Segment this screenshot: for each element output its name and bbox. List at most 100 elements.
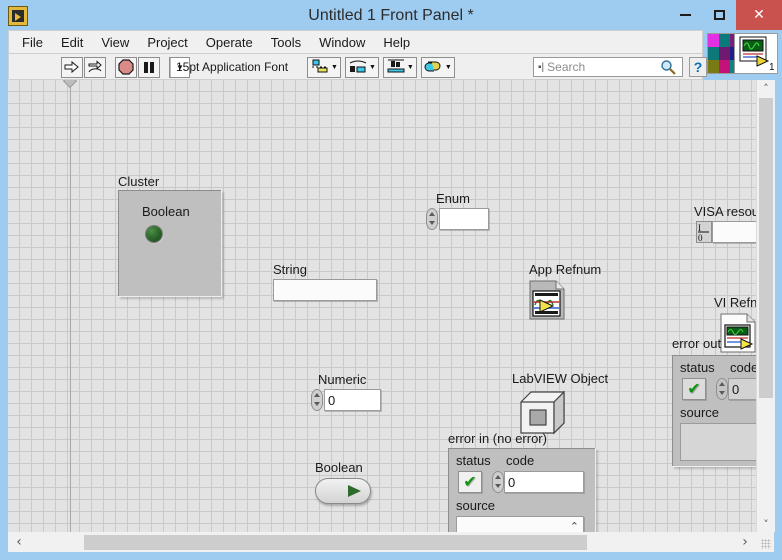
app-refnum-label: App Refnum	[529, 262, 602, 277]
scroll-right-button[interactable]: ›	[734, 532, 756, 552]
error-out-code-value-box: 0	[728, 378, 756, 400]
scroll-up-button[interactable]: ˄	[757, 80, 775, 96]
pause-button[interactable]	[138, 56, 160, 78]
menu-item-operate[interactable]: Operate	[197, 33, 262, 52]
distribute-objects-button[interactable]: ▼	[344, 56, 379, 78]
vertical-scrollbar[interactable]: ˄ ˅	[756, 80, 775, 532]
distribute-objects-icon	[349, 60, 367, 73]
error-in-code-value: 0	[508, 474, 516, 490]
svg-text:0: 0	[698, 233, 703, 242]
error-in-code-input[interactable]: 0	[504, 471, 584, 493]
align-objects-button[interactable]: ▼	[307, 56, 341, 78]
error-in-code-label: code	[506, 453, 535, 468]
error-out-status-checkbox: ✔	[682, 378, 706, 400]
error-in-status-label: status	[456, 453, 491, 468]
error-in-label: error in (no error)	[448, 431, 547, 446]
context-help-window[interactable]: 1	[734, 33, 778, 74]
numeric-input[interactable]: 0	[324, 389, 381, 411]
menu-item-view[interactable]: View	[92, 33, 138, 52]
maximize-button[interactable]	[702, 0, 736, 30]
close-button[interactable]: ✕	[736, 0, 782, 30]
visa-resource-input[interactable]	[712, 221, 756, 243]
checkmark-icon: ✔	[463, 472, 477, 491]
error-out-cluster[interactable]: status code ✔ 0 source	[672, 355, 756, 467]
vi-refnum-control[interactable]	[720, 313, 756, 358]
align-objects-icon	[312, 59, 328, 73]
error-out-status-label: status	[680, 360, 715, 375]
visa-io-glyph-icon: I 0	[696, 221, 712, 243]
abort-execution-button[interactable]	[115, 56, 137, 78]
cluster-boolean-label: Boolean	[142, 204, 190, 219]
chevron-up-icon	[495, 475, 501, 479]
resize-objects-icon	[387, 59, 405, 73]
numeric-label: Numeric	[318, 372, 367, 387]
error-out-code-value: 0	[732, 381, 740, 397]
run-button[interactable]	[61, 56, 83, 78]
resize-grip-area[interactable]	[756, 532, 774, 552]
cluster-control[interactable]: Boolean	[118, 190, 222, 297]
checkmark-icon: ✔	[687, 379, 701, 398]
labview-object-control[interactable]	[519, 390, 565, 435]
error-out-label: error out	[672, 336, 722, 351]
chevron-down-icon: ▼	[331, 63, 338, 71]
front-panel-canvas[interactable]: Cluster Boolean String Numeric 0 Boolean…	[8, 80, 756, 532]
menu-item-file[interactable]: File	[13, 33, 52, 52]
scroll-up-icon[interactable]: ⌃	[570, 520, 579, 532]
error-out-source-value-box	[680, 423, 756, 461]
vertical-scroll-thumb[interactable]	[759, 98, 773, 398]
menu-item-help[interactable]: Help	[374, 33, 419, 52]
reorder-objects-icon	[424, 61, 441, 72]
cluster-boolean-led[interactable]	[146, 226, 162, 242]
title-bar: Untitled 1 Front Panel * ✕	[0, 0, 782, 32]
chevron-up-icon	[429, 212, 435, 216]
enum-input[interactable]	[439, 208, 489, 230]
boolean-switch-label: Boolean	[315, 460, 363, 475]
window-title: Untitled 1 Front Panel *	[308, 7, 474, 24]
search-input[interactable]: ▪| Search	[533, 57, 683, 77]
visa-resource-label: VISA resour	[694, 204, 756, 219]
context-help-icon: 1	[739, 36, 775, 73]
context-help-number: 1	[769, 62, 775, 73]
enum-stepper[interactable]	[426, 208, 438, 230]
scroll-down-button[interactable]: ˅	[757, 516, 775, 532]
minimize-button[interactable]	[668, 0, 702, 30]
error-out-code-label: code	[730, 360, 756, 375]
reorder-objects-button[interactable]: ▼	[420, 56, 455, 78]
labview-object-label: LabVIEW Object	[512, 371, 609, 386]
labview-front-panel-window: Untitled 1 Front Panel * ✕ File Edit Vie…	[0, 0, 782, 560]
menu-item-window[interactable]: Window	[310, 33, 374, 52]
chevron-down-icon: ▼	[444, 63, 452, 71]
numeric-stepper[interactable]	[311, 389, 323, 411]
magnifier-icon	[661, 60, 676, 75]
error-in-cluster[interactable]: status code ✔ 0 source ⌃	[448, 448, 596, 532]
run-continuously-button[interactable]	[84, 56, 106, 78]
origin-marker-icon	[62, 80, 78, 89]
help-button[interactable]: ?	[689, 57, 707, 77]
error-in-status-checkbox[interactable]: ✔	[458, 471, 482, 493]
app-refnum-control[interactable]	[529, 280, 565, 325]
numeric-value: 0	[328, 392, 336, 408]
font-selector-label: 15pt Application Font	[176, 60, 289, 74]
resize-objects-button[interactable]: ▼	[382, 56, 417, 78]
string-input[interactable]	[273, 279, 377, 301]
search-cursor-icon: ▪|	[538, 61, 545, 73]
menu-item-tools[interactable]: Tools	[262, 33, 310, 52]
resize-grip-icon[interactable]	[761, 539, 771, 549]
error-in-source-input[interactable]: ⌃	[456, 516, 584, 532]
scroll-left-button[interactable]: ‹	[8, 532, 30, 552]
error-in-source-label: source	[456, 498, 496, 513]
maximize-icon	[713, 10, 725, 20]
horizontal-scroll-thumb[interactable]	[84, 535, 587, 550]
boolean-switch[interactable]	[315, 478, 371, 504]
menu-item-project[interactable]: Project	[138, 33, 196, 52]
search-placeholder: Search	[547, 60, 586, 74]
font-selector[interactable]: 15pt Application Font ▼	[169, 56, 288, 78]
menu-item-edit[interactable]: Edit	[52, 33, 92, 52]
toolbar: 15pt Application Font ▼ ▼ ▼ ▼ ▼ ▪| Searc…	[8, 54, 707, 80]
run-arrow-icon	[64, 60, 79, 74]
chevron-up-icon	[314, 393, 320, 397]
error-in-code-stepper[interactable]	[492, 471, 504, 493]
chevron-down-icon	[495, 484, 501, 488]
string-label: String	[273, 262, 307, 277]
horizontal-scrollbar[interactable]: ‹ ›	[8, 532, 774, 552]
